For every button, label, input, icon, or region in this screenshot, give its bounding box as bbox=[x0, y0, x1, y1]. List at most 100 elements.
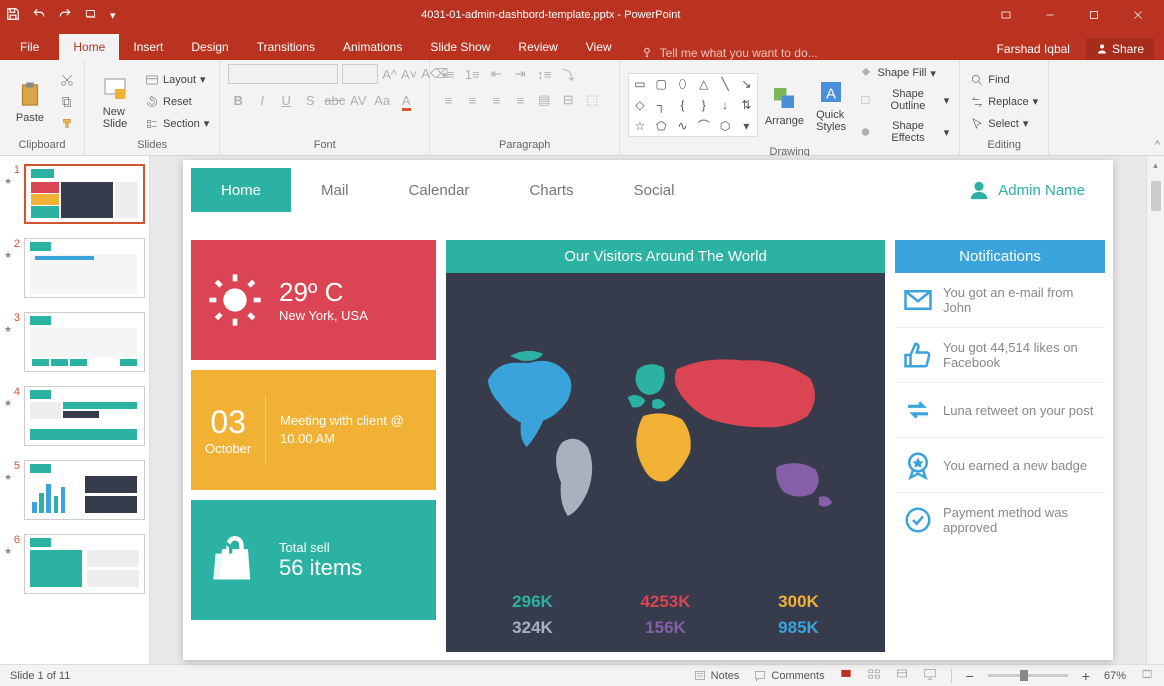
share-button[interactable]: Share bbox=[1086, 38, 1154, 60]
layout-button[interactable]: Layout ▾ bbox=[143, 71, 211, 89]
slideshow-view-button[interactable] bbox=[923, 667, 937, 684]
paste-button[interactable]: Paste bbox=[8, 80, 52, 124]
find-button[interactable]: Find bbox=[968, 71, 1040, 89]
stat-5: 985K bbox=[742, 618, 855, 638]
comments-button[interactable]: Comments bbox=[753, 669, 824, 683]
numbering-button[interactable]: 1≡ bbox=[462, 64, 482, 84]
tell-me-input[interactable]: Tell me what you want to do... bbox=[640, 46, 818, 60]
thumbnail-2[interactable]: 2★ bbox=[0, 236, 149, 310]
zoom-level[interactable]: 67% bbox=[1104, 670, 1126, 682]
tab-transitions[interactable]: Transitions bbox=[243, 34, 329, 60]
quick-styles-button[interactable]: A Quick Styles bbox=[811, 77, 852, 133]
strikethrough-button[interactable]: abc bbox=[324, 90, 344, 110]
cut-button[interactable] bbox=[58, 71, 76, 89]
shadow-button[interactable]: S bbox=[300, 90, 320, 110]
bullets-button[interactable]: •≡ bbox=[438, 64, 458, 84]
admin-name[interactable]: Admin Name bbox=[968, 179, 1105, 201]
zoom-in-button[interactable]: + bbox=[1082, 668, 1090, 684]
normal-view-button[interactable] bbox=[839, 667, 853, 684]
meeting-text: Meeting with client @ 10.00 AM bbox=[280, 412, 422, 448]
dash-tab-mail[interactable]: Mail bbox=[291, 168, 379, 212]
slide-canvas[interactable]: Home Mail Calendar Charts Social Admin N… bbox=[183, 160, 1113, 660]
decrease-indent-button[interactable]: ⇤ bbox=[486, 64, 506, 84]
slide-sorter-button[interactable] bbox=[867, 667, 881, 684]
font-size-select[interactable] bbox=[342, 64, 378, 84]
align-left-button[interactable]: ≡ bbox=[438, 90, 458, 110]
weather-card: 29º C New York, USA bbox=[191, 240, 436, 360]
tab-review[interactable]: Review bbox=[504, 34, 571, 60]
bold-button[interactable]: B bbox=[228, 90, 248, 110]
reset-button[interactable]: Reset bbox=[143, 93, 211, 111]
dash-tab-social[interactable]: Social bbox=[604, 168, 705, 212]
tab-insert[interactable]: Insert bbox=[119, 34, 177, 60]
line-spacing-button[interactable]: ↕≡ bbox=[534, 64, 554, 84]
notif-payment: Payment method was approved bbox=[895, 493, 1105, 547]
copy-button[interactable] bbox=[58, 93, 76, 111]
start-from-beginning-icon[interactable] bbox=[84, 7, 98, 24]
thumbnail-6[interactable]: 6★ bbox=[0, 532, 149, 606]
tab-view[interactable]: View bbox=[572, 34, 626, 60]
maximize-button[interactable] bbox=[1074, 3, 1114, 27]
fit-to-window-button[interactable] bbox=[1140, 667, 1154, 684]
slide-counter[interactable]: Slide 1 of 11 bbox=[10, 670, 70, 682]
notifications-title: Notifications bbox=[895, 240, 1105, 273]
character-spacing-button[interactable]: AV bbox=[348, 90, 368, 110]
increase-font-button[interactable]: A^ bbox=[382, 64, 397, 84]
close-button[interactable] bbox=[1118, 3, 1158, 27]
justify-button[interactable]: ≡ bbox=[510, 90, 530, 110]
tab-file[interactable]: File bbox=[0, 34, 59, 60]
tab-animations[interactable]: Animations bbox=[329, 34, 416, 60]
thumbnail-3[interactable]: 3★ bbox=[0, 310, 149, 384]
zoom-slider[interactable] bbox=[988, 674, 1068, 677]
undo-icon[interactable] bbox=[32, 7, 46, 24]
replace-button[interactable]: Replace ▾ bbox=[968, 93, 1040, 111]
slide-editor[interactable]: Home Mail Calendar Charts Social Admin N… bbox=[150, 156, 1146, 664]
ribbon-group-font: A^ A˅ A⌫ B I U S abc AV Aa A Font bbox=[220, 60, 430, 155]
thumbnail-4[interactable]: 4★ bbox=[0, 384, 149, 458]
dash-tab-calendar[interactable]: Calendar bbox=[379, 168, 500, 212]
thumbnail-5[interactable]: 5★ bbox=[0, 458, 149, 532]
font-color-button[interactable]: A bbox=[396, 90, 416, 110]
save-icon[interactable] bbox=[6, 7, 20, 24]
share-label: Share bbox=[1112, 42, 1144, 56]
underline-button[interactable]: U bbox=[276, 90, 296, 110]
align-right-button[interactable]: ≡ bbox=[486, 90, 506, 110]
align-text-button[interactable]: ⊟ bbox=[558, 90, 578, 110]
notifications-panel: Notifications You got an e-mail from Joh… bbox=[895, 240, 1105, 652]
redo-icon[interactable] bbox=[58, 7, 72, 24]
change-case-button[interactable]: Aa bbox=[372, 90, 392, 110]
shopping-bag-icon bbox=[205, 534, 265, 586]
align-center-button[interactable]: ≡ bbox=[462, 90, 482, 110]
italic-button[interactable]: I bbox=[252, 90, 272, 110]
font-family-select[interactable] bbox=[228, 64, 338, 84]
section-button[interactable]: Section ▾ bbox=[143, 115, 211, 133]
new-slide-button[interactable]: New Slide bbox=[93, 74, 137, 130]
notes-button[interactable]: Notes bbox=[693, 669, 740, 683]
dash-tab-home[interactable]: Home bbox=[191, 168, 291, 212]
arrange-button[interactable]: Arrange bbox=[764, 83, 805, 127]
text-direction-button[interactable]: ⤵ bbox=[558, 64, 578, 84]
columns-button[interactable]: ▤ bbox=[534, 90, 554, 110]
smartart-button[interactable]: ⬚ bbox=[582, 90, 602, 110]
thumbnail-1[interactable]: 1★ bbox=[0, 162, 149, 236]
shape-outline-button[interactable]: Shape Outline ▾ bbox=[857, 86, 951, 114]
ribbon-display-icon[interactable] bbox=[986, 3, 1026, 27]
shape-fill-button[interactable]: Shape Fill ▾ bbox=[857, 64, 951, 82]
format-painter-button[interactable] bbox=[58, 115, 76, 133]
tab-home[interactable]: Home bbox=[59, 34, 119, 60]
zoom-out-button[interactable]: − bbox=[966, 668, 974, 684]
tab-slideshow[interactable]: Slide Show bbox=[416, 34, 504, 60]
tab-design[interactable]: Design bbox=[177, 34, 242, 60]
reading-view-button[interactable] bbox=[895, 667, 909, 684]
shapes-gallery[interactable]: ▭▢⬯△╲↘ ◇┐{}↓⇅ ☆⬠∿⌒⬡▾ bbox=[628, 73, 758, 137]
vertical-scrollbar[interactable]: ▴ bbox=[1146, 156, 1164, 664]
shape-effects-button[interactable]: Shape Effects ▾ bbox=[857, 118, 951, 146]
notif-likes: You got 44,514 likes on Facebook bbox=[895, 328, 1105, 383]
user-name[interactable]: Farshad Iqbal bbox=[997, 42, 1070, 56]
dash-tab-charts[interactable]: Charts bbox=[499, 168, 603, 212]
minimize-button[interactable] bbox=[1030, 3, 1070, 27]
select-button[interactable]: Select ▾ bbox=[968, 115, 1040, 133]
collapse-ribbon-icon[interactable]: ^ bbox=[1155, 139, 1160, 151]
decrease-font-button[interactable]: A˅ bbox=[401, 64, 417, 84]
increase-indent-button[interactable]: ⇥ bbox=[510, 64, 530, 84]
